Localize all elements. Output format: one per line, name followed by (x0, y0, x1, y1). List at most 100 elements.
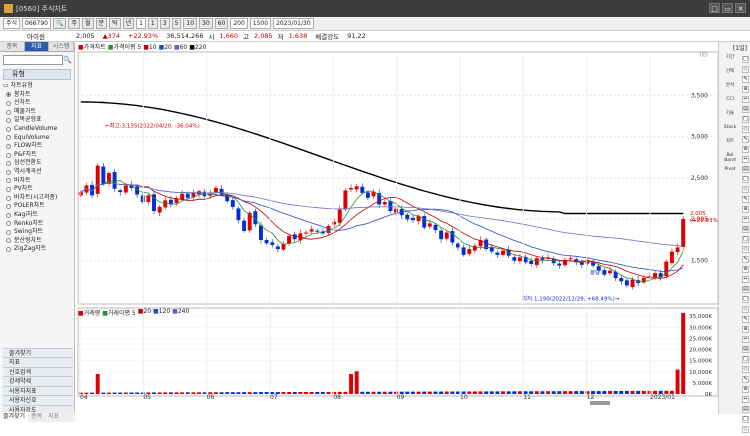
tool-mini-icon[interactable]: ◇ (742, 186, 749, 193)
tool-mini-icon[interactable]: ◇ (742, 66, 749, 73)
tool-mini-icon[interactable]: ✎ (742, 376, 749, 383)
tool-button[interactable]: Pivot (723, 167, 737, 180)
stock-chart[interactable]: 3,500 3,000 2,500 2,005 1,500 (원) ←최고:3,135(20… (0, 42, 718, 414)
tool-mini-icon[interactable]: ✎ (742, 196, 749, 203)
volume-legend-item[interactable]: ■거래이평 5 (102, 308, 135, 317)
date-input[interactable]: 2023/01/30 (273, 18, 314, 29)
open-label: 시 (208, 33, 215, 41)
tool-mini-icon[interactable]: ⊕ (742, 386, 749, 393)
tool-mini-icon[interactable]: □ (742, 236, 749, 243)
period-minute[interactable]: 분 (95, 18, 108, 29)
minute-10[interactable]: 10 (183, 18, 198, 29)
interval-label: [1일] (732, 45, 747, 52)
minute-5[interactable]: 5 (171, 18, 182, 29)
tool-mini-icon[interactable]: ◇ (742, 426, 749, 433)
volume-bar (444, 391, 449, 394)
period-year[interactable]: 년 (122, 18, 135, 29)
tool-button[interactable]: Bol Band (723, 153, 737, 166)
minimize-button[interactable]: ▭ (722, 3, 733, 13)
current-price: 2,005 (76, 32, 95, 40)
minute-3[interactable]: 3 (159, 18, 170, 29)
tool-mini-icon[interactable]: □ (742, 176, 749, 183)
tool-mini-icon[interactable]: ▤ (742, 106, 749, 113)
tool-mini-icon[interactable]: ↔ (742, 396, 749, 403)
close-button[interactable]: ✕ (735, 3, 746, 13)
volume-bar (450, 391, 455, 394)
volume-bar (90, 392, 95, 394)
volume-bar (129, 392, 134, 394)
stock-code-input[interactable]: 066790 (22, 18, 51, 29)
tool-mini-icon[interactable]: ▤ (742, 226, 749, 233)
tool-button[interactable]: 기간 (723, 55, 737, 68)
tool-mini-icon[interactable]: ◇ (742, 126, 749, 133)
tool-mini-icon[interactable]: ↔ (742, 96, 749, 103)
volume-bar (546, 391, 551, 394)
tool-mini-icon[interactable]: ⊕ (742, 206, 749, 213)
tool-mini-icon[interactable]: □ (742, 356, 749, 363)
tool-mini-icon[interactable]: ✎ (742, 256, 749, 263)
candle-body (405, 214, 410, 220)
tool-mini-icon[interactable]: □ (742, 56, 749, 63)
volume-legend-item[interactable]: ■120 (153, 308, 170, 317)
tool-mini-icon[interactable]: ↔ (742, 276, 749, 283)
month-tick-label: 08 (333, 394, 341, 401)
volume-bar (180, 392, 185, 394)
tool-mini-icon[interactable]: ↔ (742, 336, 749, 343)
month-tick-label: 05 (143, 394, 151, 401)
tool-button[interactable]: 기술 (723, 111, 737, 124)
volume-bar (506, 391, 511, 394)
tool-mini-icon[interactable]: ⊕ (742, 326, 749, 333)
minute-60[interactable]: 60 (214, 18, 229, 29)
tool-mini-icon[interactable]: ◇ (742, 246, 749, 253)
volume-legend-item[interactable]: ■거래량 (78, 308, 100, 317)
volume-legend-item[interactable]: ■240 (172, 308, 189, 317)
minute-1[interactable]: 1 (147, 18, 158, 29)
tool-mini-icon[interactable]: ◇ (742, 366, 749, 373)
candle-body (585, 259, 590, 264)
volume-legend-item[interactable]: ■20 (138, 308, 151, 317)
tool-mini-icon[interactable]: ↔ (742, 156, 749, 163)
tool-mini-icon[interactable]: ✎ (742, 136, 749, 143)
volume-bar (472, 391, 477, 394)
tool-button[interactable]: 선택 (723, 69, 737, 82)
period-week[interactable]: 주 (68, 18, 80, 29)
candle-body (410, 217, 415, 221)
tool-mini-icon[interactable]: ▤ (742, 166, 749, 173)
tool-mini-icon[interactable]: ▤ (742, 286, 749, 293)
tool-button[interactable]: CCI (723, 97, 737, 110)
tool-mini-icon[interactable]: ✎ (742, 316, 749, 323)
candle-body (191, 192, 196, 197)
tool-mini-icon[interactable]: ↔ (742, 216, 749, 223)
restore-button[interactable]: □ (709, 3, 720, 13)
volume-bar (675, 369, 680, 394)
tool-mini-icon[interactable]: ◇ (742, 306, 749, 313)
candle-body (501, 250, 506, 255)
price-change-pct: +22.93% (128, 32, 159, 40)
period-month[interactable]: 월 (81, 18, 94, 29)
tool-mini-icon[interactable]: ⊕ (742, 266, 749, 273)
bar-count-input[interactable]: 200 (230, 18, 248, 29)
tool-button[interactable]: 차트 (723, 139, 737, 152)
tool-button[interactable]: 분석 (723, 83, 737, 96)
candle-body (579, 262, 584, 265)
tool-mini-icon[interactable]: ▤ (742, 406, 749, 413)
minute-30[interactable]: 30 (199, 18, 213, 29)
period-tick[interactable]: 틱 (109, 18, 121, 29)
month-tick-label: 2023/01 (650, 394, 675, 401)
candle-body (163, 200, 168, 208)
tool-mini-icon[interactable]: ▤ (742, 346, 749, 353)
tool-mini-icon[interactable]: ⊕ (742, 146, 749, 153)
volume-bar (152, 392, 156, 394)
tool-mini-icon[interactable]: □ (742, 296, 749, 303)
tool-button[interactable]: Stock (723, 125, 737, 138)
volume-bar (354, 371, 359, 394)
volume-bar (410, 391, 415, 394)
volume-bar (304, 391, 308, 394)
search-icon[interactable]: 🔍 (52, 18, 67, 29)
tool-mini-icon[interactable]: □ (742, 116, 749, 123)
tool-mini-icon[interactable]: ⊕ (742, 86, 749, 93)
period-count-input[interactable]: 1 (136, 18, 146, 29)
tool-mini-icon[interactable]: ✎ (742, 76, 749, 83)
volume-bar (624, 390, 629, 394)
market-select[interactable]: 주식 (3, 18, 21, 29)
